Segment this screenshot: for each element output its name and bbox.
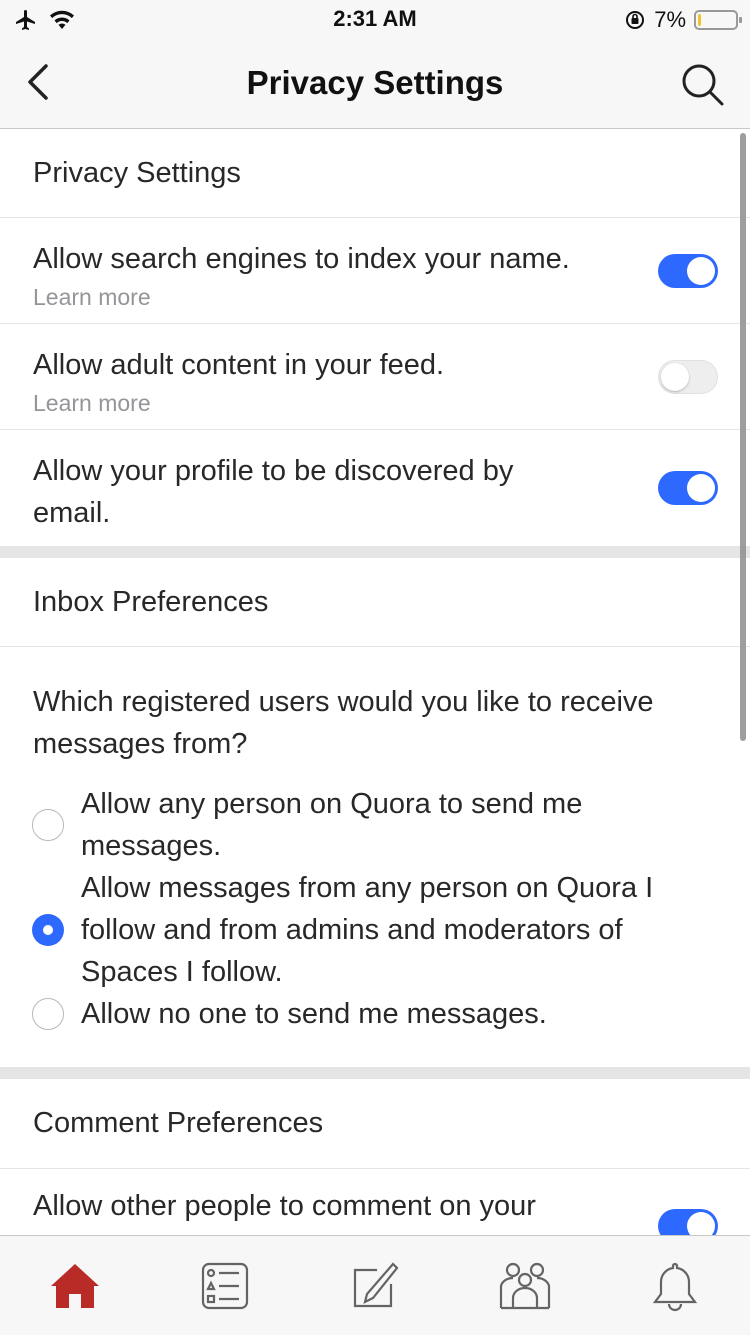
section-title: Comment Preferences xyxy=(33,1107,324,1139)
radio-button[interactable] xyxy=(32,914,64,946)
battery-fill xyxy=(698,14,701,26)
setting-row-search-index: Allow search engines to index your name.… xyxy=(0,218,750,324)
learn-more-link[interactable]: Learn more xyxy=(33,388,593,418)
spaces-icon xyxy=(499,1262,551,1310)
page-title: Privacy Settings xyxy=(246,64,504,101)
tab-notifications[interactable] xyxy=(647,1258,703,1314)
toggle-knob xyxy=(661,363,689,391)
setting-label: Allow search engines to index your name. xyxy=(33,243,570,275)
battery-percent: 7% xyxy=(654,7,686,32)
scrollbar[interactable] xyxy=(740,133,746,741)
learn-more-link[interactable]: Learn more xyxy=(33,282,593,312)
tab-following[interactable] xyxy=(197,1258,253,1314)
radio-button[interactable] xyxy=(32,809,64,841)
radio-button[interactable] xyxy=(32,998,64,1030)
section-divider xyxy=(0,1067,750,1079)
inbox-preferences-block: Which registered users would you like to… xyxy=(0,647,750,1067)
radio-option-followed[interactable]: Allow messages from any person on Quora … xyxy=(0,867,750,993)
toggle-allow-comments[interactable] xyxy=(658,1209,718,1235)
nav-header: Privacy Settings xyxy=(0,40,750,129)
write-icon xyxy=(353,1262,399,1308)
setting-row-discover-email: Allow your profile to be discovered by e… xyxy=(0,430,750,546)
inbox-section-header: Inbox Preferences xyxy=(0,558,750,647)
setting-row-allow-comments: Allow other people to comment on your xyxy=(0,1169,750,1235)
section-divider xyxy=(0,546,750,558)
toggle-knob xyxy=(687,257,715,285)
toggle-adult-content[interactable] xyxy=(658,360,718,394)
tab-home[interactable] xyxy=(47,1258,103,1314)
setting-label: Allow adult content in your feed. xyxy=(33,349,445,381)
notifications-icon xyxy=(652,1262,698,1312)
option-label: Allow messages from any person on Quora … xyxy=(81,872,654,988)
setting-label: Allow other people to comment on your xyxy=(33,1190,536,1222)
setting-label: Allow your profile to be discovered by e… xyxy=(33,455,514,529)
section-title: Privacy Settings xyxy=(33,157,241,189)
toggle-search-index[interactable] xyxy=(658,254,718,288)
settings-content[interactable]: Privacy Settings Allow search engines to… xyxy=(0,129,750,1235)
following-icon xyxy=(201,1262,249,1310)
tab-write[interactable] xyxy=(347,1258,403,1314)
radio-option-anyone[interactable]: Allow any person on Quora to send me mes… xyxy=(0,783,750,867)
option-label: Allow any person on Quora to send me mes… xyxy=(81,788,583,862)
toggle-knob xyxy=(687,474,715,502)
comments-section-header: Comment Preferences xyxy=(0,1079,750,1169)
search-icon xyxy=(682,64,724,106)
option-label: Allow no one to send me messages. xyxy=(81,998,547,1030)
radio-option-no-one[interactable]: Allow no one to send me messages. xyxy=(0,993,750,1035)
section-title: Inbox Preferences xyxy=(33,586,269,618)
toggle-knob xyxy=(687,1212,715,1235)
privacy-section-header: Privacy Settings xyxy=(0,129,750,218)
home-icon xyxy=(51,1264,99,1308)
orientation-lock-icon xyxy=(626,11,645,29)
setting-row-adult-content: Allow adult content in your feed. Learn … xyxy=(0,324,750,430)
battery-icon xyxy=(694,10,742,30)
inbox-question: Which registered users would you like to… xyxy=(33,686,654,760)
tab-bar xyxy=(0,1235,750,1335)
search-button[interactable] xyxy=(680,62,726,108)
toggle-discover-email[interactable] xyxy=(658,471,718,505)
status-bar: 2:31 AM 7% xyxy=(0,0,750,40)
tab-spaces[interactable] xyxy=(497,1258,553,1314)
